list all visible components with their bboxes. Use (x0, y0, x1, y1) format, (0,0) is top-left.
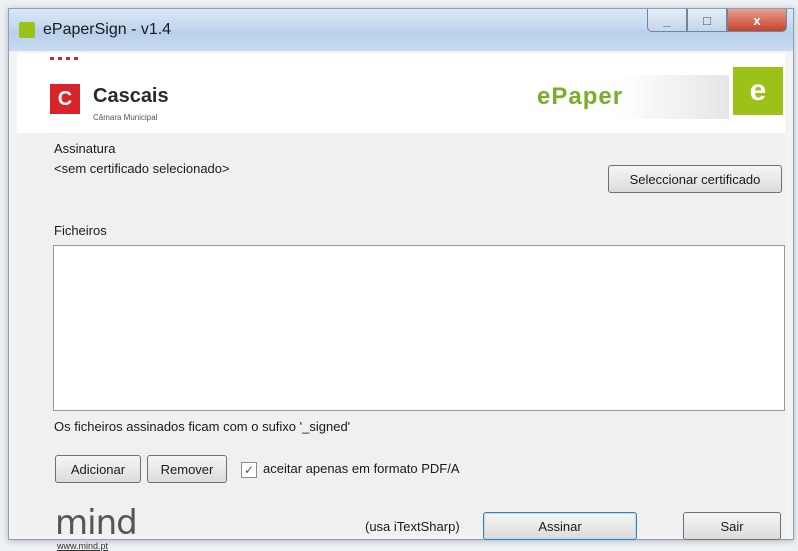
file-list[interactable] (53, 245, 785, 411)
pdfa-checkbox-label[interactable]: aceitar apenas em formato PDF/A (263, 461, 460, 476)
app-window: ePaperSign - v1.4 _ □ x C Cascais Câmara… (8, 8, 794, 551)
epaper-logo: ePaper (537, 83, 624, 110)
mind-logo: mind (55, 503, 138, 543)
window-title: ePaperSign - v1.4 (43, 21, 172, 38)
org-subtitle: Câmara Municipal (93, 113, 158, 122)
title-bar[interactable]: ePaperSign - v1.4 _ □ x (9, 9, 793, 51)
close-button[interactable]: x (727, 9, 787, 32)
minimize-icon: _ (663, 12, 671, 28)
close-icon: x (753, 12, 761, 28)
files-label: Ficheiros (54, 223, 107, 238)
epaper-banner-art (617, 75, 729, 119)
header-banner: C Cascais Câmara Municipal ePaper e (17, 53, 785, 133)
maximize-icon: □ (703, 12, 711, 28)
app-icon (19, 22, 35, 38)
sign-button[interactable]: Assinar (483, 512, 637, 540)
certificate-value: <sem certificado selecionado> (54, 161, 230, 176)
exit-button[interactable]: Sair (683, 512, 781, 540)
maximize-button[interactable]: □ (687, 9, 727, 32)
epaper-badge: e (733, 67, 783, 115)
check-icon: ✓ (243, 463, 255, 477)
remove-button[interactable]: Remover (147, 455, 227, 483)
client-area: C Cascais Câmara Municipal ePaper e Assi… (17, 53, 785, 551)
itextsharp-credit: (usa iTextSharp) (365, 519, 460, 534)
add-button[interactable]: Adicionar (55, 455, 141, 483)
pdfa-checkbox[interactable]: ✓ (241, 462, 257, 478)
window-controls: _ □ x (647, 9, 787, 35)
signed-suffix-note: Os ficheiros assinados ficam com o sufix… (54, 419, 351, 434)
minimize-button[interactable]: _ (647, 9, 687, 32)
logo-dots (50, 57, 80, 60)
select-certificate-button[interactable]: Seleccionar certificado (608, 165, 782, 193)
org-name: Cascais (93, 85, 169, 107)
cascais-logo: C (50, 84, 80, 114)
signature-label: Assinatura (54, 141, 116, 156)
